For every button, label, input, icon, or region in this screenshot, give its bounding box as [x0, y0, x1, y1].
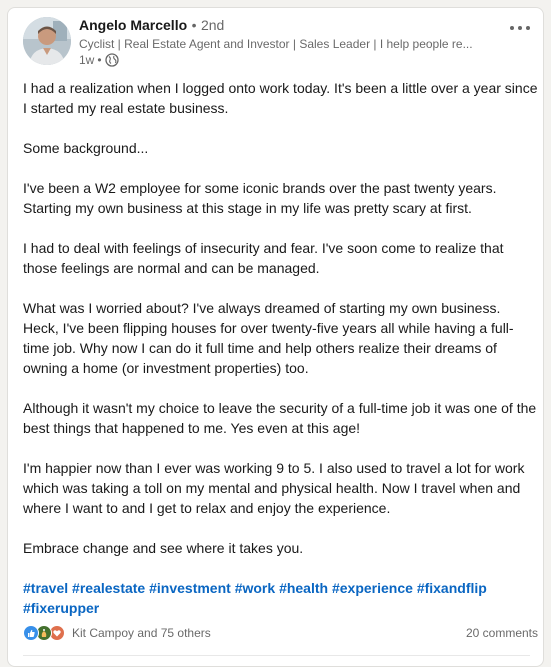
social-counts: Kit Campoy and 75 others 20 comments — [23, 623, 538, 643]
post-paragraph: I had a realization when I logged onto w… — [23, 80, 538, 116]
more-dot-icon — [510, 26, 514, 30]
post-time[interactable]: 1w — [79, 53, 94, 67]
hashtag-link[interactable]: #investment — [149, 580, 231, 596]
post-paragraph: Embrace change and see where it takes yo… — [23, 540, 304, 556]
post-paragraph: I had to deal with feelings of insecurit… — [23, 240, 504, 276]
degree-separator: • — [191, 17, 197, 33]
post-paragraph: I've been a W2 employee for some iconic … — [23, 180, 497, 216]
post-paragraph: What was I worried about? I've always dr… — [23, 300, 514, 376]
reactions-count[interactable]: Kit Campoy and 75 others — [72, 626, 211, 640]
more-dot-icon — [526, 26, 530, 30]
connection-degree: 2nd — [200, 17, 225, 33]
post-paragraph: Although it wasn't my choice to leave th… — [23, 400, 537, 436]
author-name-row: Angelo Marcello • 2nd — [79, 17, 224, 37]
hashtag-link[interactable]: #travel — [23, 580, 68, 596]
globe-icon — [104, 53, 119, 67]
divider — [23, 655, 530, 656]
meta-separator: • — [97, 53, 102, 67]
author-avatar[interactable] — [23, 17, 71, 65]
post-paragraph: I'm happier now than I ever was working … — [23, 460, 525, 516]
more-dot-icon — [518, 26, 522, 30]
post-text: I had a realization when I logged onto w… — [23, 78, 538, 578]
hashtag-link[interactable]: #experience — [332, 580, 413, 596]
hashtag-link[interactable]: #work — [235, 580, 275, 596]
reaction-icons[interactable] — [23, 625, 65, 641]
hashtag-link[interactable]: #fixandflip — [417, 580, 487, 596]
like-icon — [23, 625, 39, 641]
author-headline[interactable]: Cyclist | Real Estate Agent and Investor… — [79, 37, 499, 51]
post-paragraph: Some background... — [23, 140, 149, 156]
author-name[interactable]: Angelo Marcello — [79, 17, 187, 33]
hashtag-list: #travel #realestate #investment #work #h… — [23, 578, 538, 618]
post-card: Angelo Marcello • 2nd Cyclist | Real Est… — [7, 7, 544, 667]
hashtag-link[interactable]: #fixerupper — [23, 600, 99, 616]
comments-count[interactable]: 20 comments — [466, 626, 538, 640]
hashtag-link[interactable]: #health — [279, 580, 328, 596]
more-options-button[interactable] — [504, 16, 536, 40]
post-meta: 1w • — [79, 52, 119, 68]
hashtag-link[interactable]: #realestate — [72, 580, 145, 596]
